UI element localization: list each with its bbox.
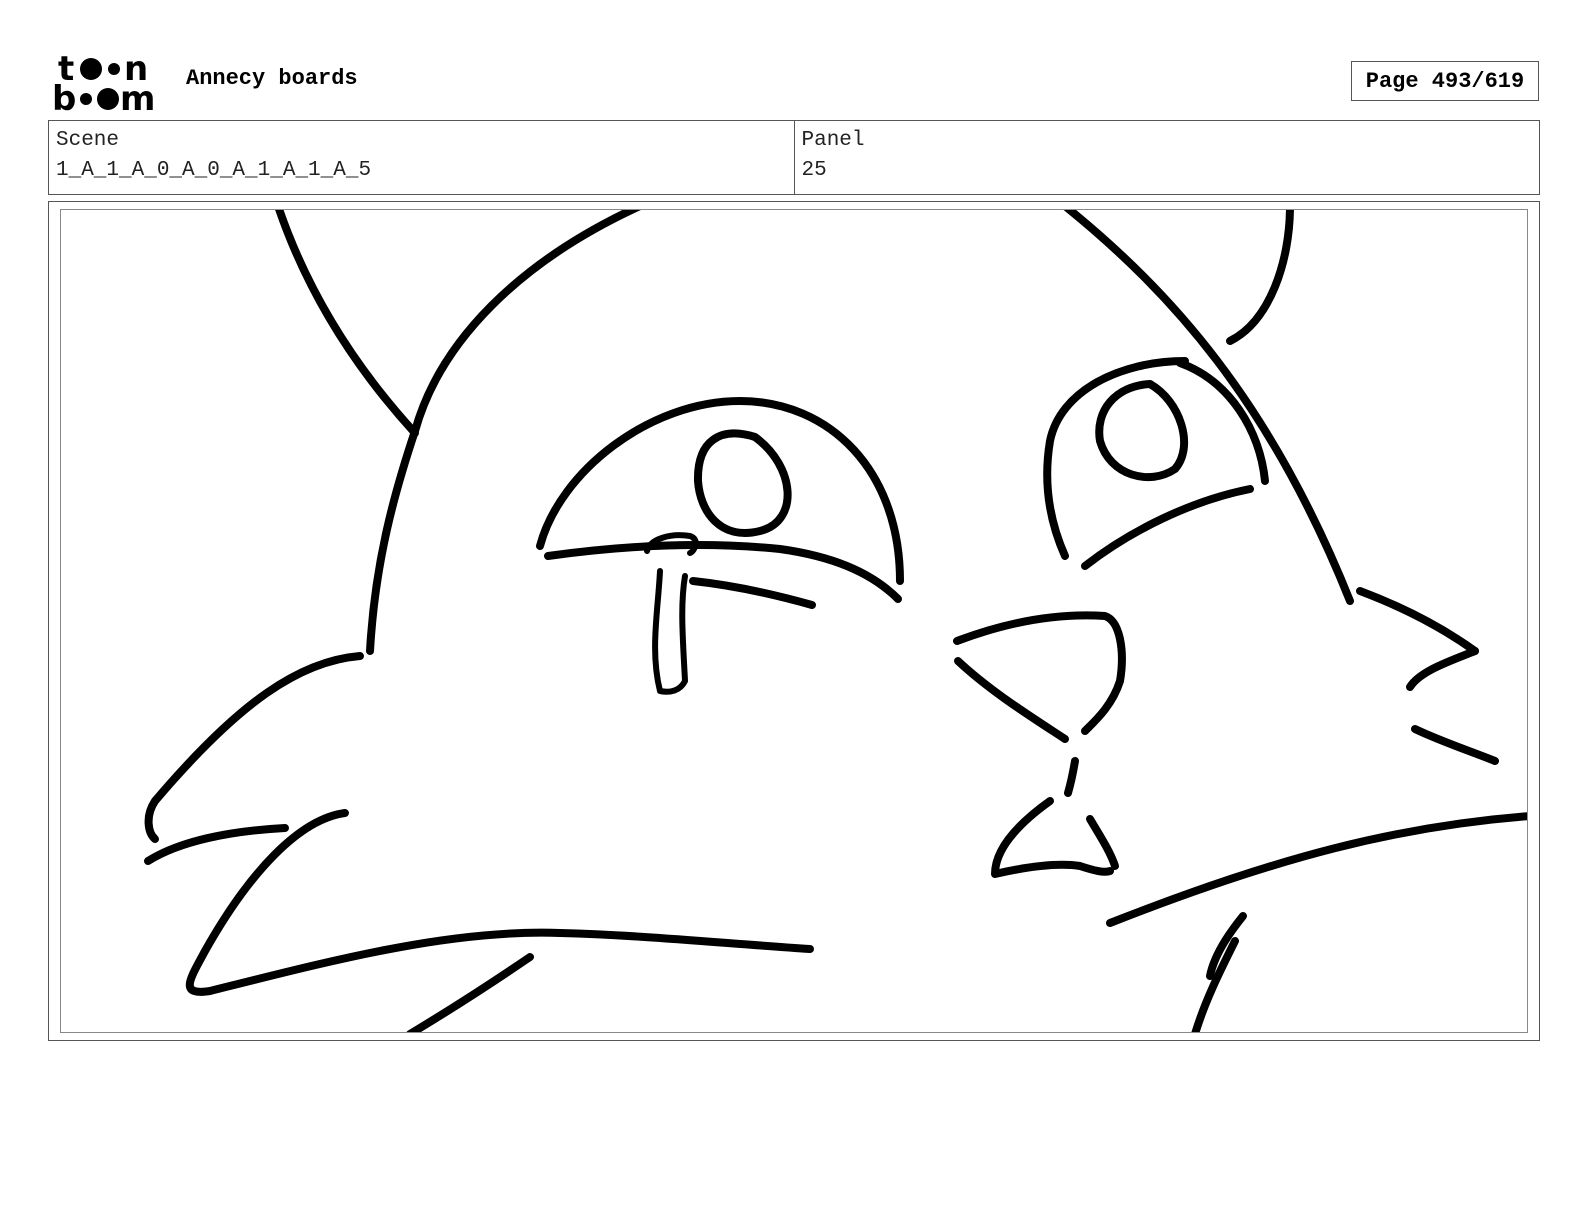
document-title: Annecy boards (186, 66, 358, 91)
page-indicator: Page 493/619 (1351, 61, 1539, 101)
storyboard-sketch (144, 210, 1527, 1032)
panel-cell: Panel 25 (793, 121, 1540, 194)
toonboom-logo: t n b m (52, 50, 155, 114)
svg-text:b: b (52, 79, 76, 114)
svg-text:m: m (120, 79, 155, 114)
scene-cell: Scene 1_A_1_A_0_A_0_A_1_A_1_A_5 (49, 121, 794, 194)
scene-label: Scene (56, 129, 120, 152)
panel-info-table: Scene 1_A_1_A_0_A_0_A_1_A_1_A_5 Panel 25 (48, 120, 1540, 195)
panel-value: 25 (801, 159, 827, 182)
scene-value: 1_A_1_A_0_A_0_A_1_A_1_A_5 (56, 159, 372, 182)
storyboard-panel-frame (48, 201, 1540, 1041)
panel-label: Panel (801, 129, 865, 152)
storyboard-drawing-area (60, 209, 1528, 1033)
